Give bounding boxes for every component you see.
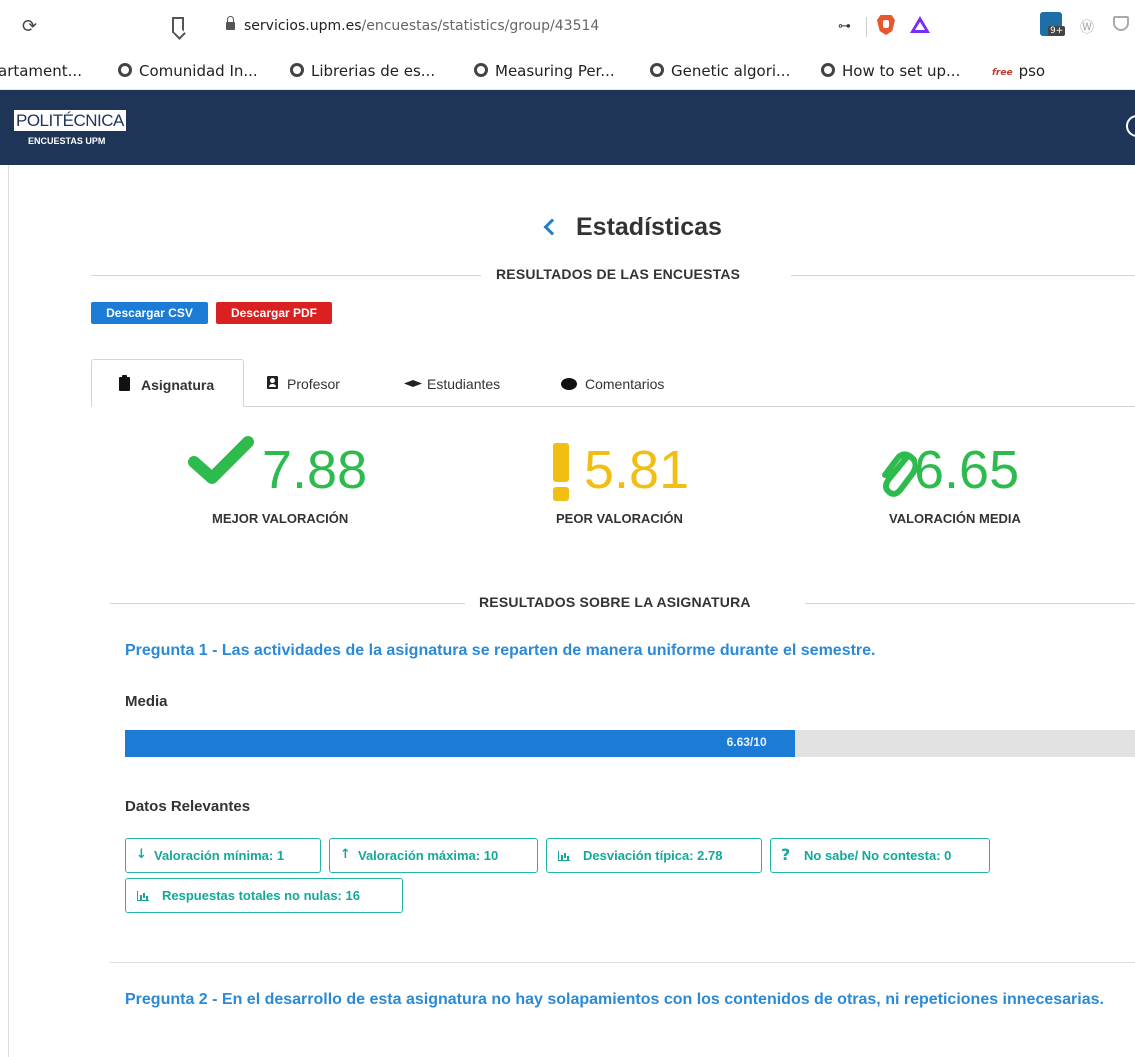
check-icon: [188, 430, 258, 490]
relevant-data-label: Datos Relevantes: [125, 798, 251, 815]
url-host: servicios.upm.es: [244, 18, 362, 34]
bookmark-item[interactable]: Comunidad In...: [118, 62, 258, 80]
bookmark-label: pso: [1018, 62, 1046, 80]
question-separator: [110, 962, 1135, 963]
divider-line: [91, 275, 481, 276]
site-header: [0, 90, 1135, 165]
key-icon[interactable]: ⊶: [838, 19, 851, 34]
globe-icon: [650, 63, 664, 77]
results-section-title: RESULTADOS SOBRE LA ASIGNATURA: [479, 594, 751, 610]
bookmark-page-icon[interactable]: [172, 17, 184, 33]
site-logo-subtitle: ENCUESTAS UPM: [28, 136, 106, 146]
stat-text: Respuestas totales no nulas: 16: [162, 888, 360, 903]
main-content: Estadísticas RESULTADOS DE LAS ENCUESTAS…: [0, 165, 1135, 1057]
tab-label: Estudiantes: [427, 376, 501, 392]
bookmark-item[interactable]: Measuring Per...: [474, 62, 615, 80]
tab-label: Profesor: [287, 376, 340, 392]
download-pdf-button[interactable]: Descargar PDF: [216, 302, 332, 324]
bookmark-label: How to set up...: [842, 62, 961, 80]
divider-line: [805, 603, 1135, 604]
bookmark-label: Measuring Per...: [495, 62, 615, 80]
worst-rating-value: 5.81: [584, 440, 690, 500]
tab-profesor[interactable]: Profesor: [267, 359, 377, 407]
bookmark-item[interactable]: free pso: [992, 62, 1045, 80]
stat-text: Valoración mínima: 1: [154, 848, 285, 863]
question-title: Pregunta 1 - Las actividades de la asign…: [125, 642, 876, 659]
globe-icon: [474, 63, 488, 77]
bookmark-label: Genetic algori...: [671, 62, 791, 80]
average-rating-label: VALORACIÓN MEDIA: [889, 511, 1021, 526]
graduation-cap-icon: [404, 380, 422, 387]
mean-progress-fill: 6.63/10: [125, 730, 795, 757]
address-bar[interactable]: servicios.upm.es/encuestas/statistics/gr…: [210, 12, 970, 42]
stat-min-badge: ↓ Valoración mínima: 1: [125, 838, 321, 873]
lock-icon[interactable]: [226, 16, 235, 30]
tab-asignatura[interactable]: Asignatura: [91, 359, 244, 407]
question-mark-icon: ?: [781, 845, 791, 864]
tab-comentarios[interactable]: Comentarios: [561, 359, 701, 407]
bookmark-item[interactable]: Genetic algori...: [650, 62, 790, 80]
stat-text: Valoración máxima: 10: [358, 848, 499, 863]
site-logo[interactable]: POLITÉCNICA: [14, 110, 126, 131]
paperclip-icon: [877, 447, 919, 501]
extension-w-icon[interactable]: Ⓦ: [1080, 17, 1094, 37]
pocket-icon[interactable]: [1113, 16, 1129, 31]
bookmark-item[interactable]: Librerias de es...: [290, 62, 435, 80]
content-border: [8, 165, 9, 1057]
question-title: Pregunta 2 - En el desarrollo de esta as…: [125, 991, 1104, 1008]
stat-max-badge: ↑ Valoración máxima: 10: [329, 838, 538, 873]
back-chevron-icon[interactable]: [543, 218, 561, 236]
bookmark-item[interactable]: How to set up...: [821, 62, 960, 80]
exclamation-dot: [553, 487, 569, 501]
bar-chart-icon: [558, 851, 570, 861]
section-divider: RESULTADOS DE LAS ENCUESTAS: [91, 266, 1135, 286]
bar-chart-icon: [137, 891, 149, 901]
tab-label: Asignatura: [141, 377, 215, 393]
best-rating-value: 7.88: [262, 440, 368, 500]
brave-rewards-icon[interactable]: [910, 16, 930, 33]
page-title: Estadísticas: [576, 213, 722, 241]
stat-nsnc-badge: ? No sabe/ No contesta: 0: [770, 838, 990, 873]
arrow-up-icon: ↑: [340, 847, 351, 862]
reload-icon[interactable]: ⟳: [22, 16, 42, 40]
extension-badge-count: 9+: [1048, 26, 1066, 36]
tab-label: Comentarios: [585, 376, 665, 392]
tab-bar: Asignatura Profesor Estudiantes Comentar…: [91, 359, 1135, 407]
globe-icon: [290, 63, 304, 77]
divider-line: [110, 603, 465, 604]
clipboard-icon: [119, 375, 130, 391]
url-text[interactable]: servicios.upm.es/encuestas/statistics/gr…: [244, 18, 599, 34]
globe-icon: [118, 63, 132, 77]
section-title: RESULTADOS DE LAS ENCUESTAS: [496, 266, 741, 282]
bookmark-item[interactable]: artament...: [0, 62, 82, 80]
url-path: /encuestas/statistics/group/43514: [361, 18, 600, 34]
comment-icon: [561, 378, 577, 390]
toolbar-separator: [866, 17, 867, 37]
tab-estudiantes[interactable]: Estudiantes: [404, 359, 544, 407]
stat-text: Desviación típica: 2.78: [583, 848, 723, 863]
mean-label: Media: [125, 693, 168, 710]
arrow-down-icon: ↓: [136, 847, 147, 862]
bookmark-label: Comunidad In...: [139, 62, 258, 80]
mean-progress-text: 6.63/10: [726, 735, 767, 749]
contact-card-icon: [267, 376, 278, 389]
divider-line: [791, 275, 1135, 276]
stat-text: No sabe/ No contesta: 0: [804, 848, 952, 863]
exclamation-icon: [553, 443, 569, 501]
exclamation-bar: [553, 443, 569, 482]
download-csv-button[interactable]: Descargar CSV: [91, 302, 208, 324]
average-rating-value: 6.65: [914, 440, 1020, 500]
results-divider: RESULTADOS SOBRE LA ASIGNATURA: [110, 594, 1135, 614]
mean-progress-bar: 6.63/10: [125, 730, 1135, 757]
worst-rating-label: PEOR VALORACIÓN: [556, 511, 683, 526]
best-rating-label: MEJOR VALORACIÓN: [212, 511, 349, 526]
stat-total-badge: Respuestas totales no nulas: 16: [125, 878, 403, 913]
free-icon: free: [992, 68, 1013, 78]
stat-std-badge: Desviación típica: 2.78: [546, 838, 762, 873]
bookmark-label: artament...: [0, 62, 82, 80]
bookmarks-bar: artament... Comunidad In... Librerias de…: [0, 60, 1135, 90]
browser-toolbar: ⟳ servicios.upm.es/encuestas/statistics/…: [0, 0, 1135, 60]
globe-icon: [821, 63, 835, 77]
bookmark-label: Librerias de es...: [311, 62, 436, 80]
